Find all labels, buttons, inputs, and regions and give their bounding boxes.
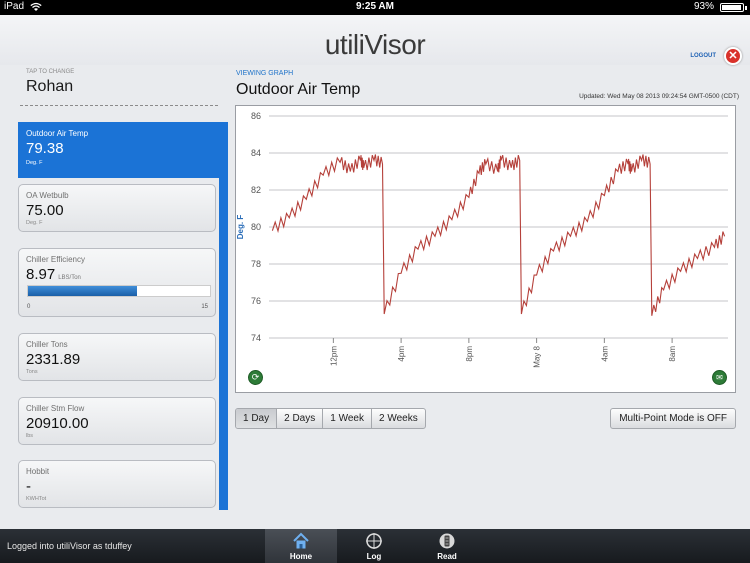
point-card-hobbit[interactable]: Hobbit - KWHTot <box>18 460 216 508</box>
y-tick-label: 76 <box>251 296 261 306</box>
x-tick-label: 8pm <box>465 346 474 362</box>
range-button-2-days[interactable]: 2 Days <box>277 409 324 428</box>
status-bar: iPad 9:25 AM 93% <box>0 0 750 15</box>
point-value-row: 8.97 LBS/Ton <box>26 266 81 283</box>
tab-label: Log <box>366 552 382 561</box>
multi-point-mode-button[interactable]: Multi-Point Mode is OFF <box>610 408 736 429</box>
updated-timestamp: Updated: Wed May 08 2013 09:24:54 GMT-05… <box>579 93 739 100</box>
graph-title: Outdoor Air Temp <box>236 81 361 98</box>
home-icon <box>293 532 309 549</box>
point-value: 8.97 <box>26 266 56 283</box>
y-tick-label: 80 <box>251 222 261 232</box>
point-value: 20910.00 <box>26 415 89 432</box>
tab-label: Home <box>289 552 313 561</box>
trend-chart[interactable]: 74 76 78 80 82 84 86 12pm 4pm 8pm May 8 4am 8am Deg. … <box>235 105 736 393</box>
x-tick-label: 4pm <box>397 346 406 362</box>
viewing-graph-label: VIEWING GRAPH <box>236 70 294 77</box>
tap-to-change-label: TAP TO CHANGE <box>26 69 75 75</box>
battery-icon <box>720 3 747 12</box>
point-title: Chiller Tons <box>26 340 68 349</box>
x-tick-label: 4am <box>600 346 609 362</box>
point-unit: KWHTot <box>26 496 47 502</box>
divider <box>20 105 218 106</box>
efficiency-progress-bar <box>27 285 211 297</box>
y-tick-label: 82 <box>251 185 261 195</box>
logout-button[interactable]: ✕ <box>724 47 742 65</box>
bottom-tab-bar: Logged into utiliVisor as tduffey Home L… <box>0 529 750 563</box>
site-selector[interactable]: Rohan <box>26 78 73 96</box>
point-unit: Deg. F <box>26 220 43 226</box>
tab-home[interactable]: Home <box>265 529 337 563</box>
close-icon: ✕ <box>728 50 738 62</box>
point-card-chiller-stm-flow[interactable]: Chiller Stm Flow 20910.00 lbs <box>18 397 216 445</box>
series-line-outdoor-air-temp <box>271 154 726 316</box>
email-button[interactable]: ✉ <box>712 370 727 385</box>
refresh-button[interactable]: ⟳ <box>248 370 263 385</box>
email-icon: ✉ <box>716 373 723 382</box>
point-title: Chiller Stm Flow <box>26 404 85 413</box>
progress-min-label: 0 <box>27 304 31 310</box>
y-axis-label: Deg. F <box>236 215 245 240</box>
log-icon <box>366 533 382 549</box>
point-value: 79.38 <box>26 140 64 157</box>
point-value: 75.00 <box>26 202 64 219</box>
y-tick-label: 74 <box>251 333 261 343</box>
point-card-chiller-efficiency[interactable]: Chiller Efficiency 8.97 LBS/Ton 0 15 <box>18 248 216 317</box>
x-tick-label: May 8 <box>533 345 542 367</box>
x-tick-label: 12pm <box>329 346 338 366</box>
point-unit: Deg. F <box>26 160 43 166</box>
read-icon <box>439 533 455 549</box>
tab-log[interactable]: Log <box>338 529 410 563</box>
progress-max-label: 15 <box>201 304 208 310</box>
logout-label[interactable]: LOGOUT <box>690 53 716 59</box>
clock: 9:25 AM <box>356 1 394 12</box>
login-status: Logged into utiliVisor as tduffey <box>7 541 132 551</box>
chart-canvas: 74 76 78 80 82 84 86 12pm 4pm 8pm May 8 4am 8am Deg. … <box>236 111 728 368</box>
point-unit: LBS/Ton <box>58 275 81 281</box>
point-unit: Tons <box>26 369 38 375</box>
selection-rail <box>219 122 228 510</box>
point-title: Hobbit <box>26 467 50 476</box>
point-title: Chiller Efficiency <box>26 255 85 264</box>
efficiency-progress-fill <box>28 286 137 296</box>
range-selector: 1 Day 2 Days 1 Week 2 Weeks <box>235 408 426 429</box>
point-title: Outdoor Air Temp <box>26 129 89 138</box>
point-card-outdoor-air-temp[interactable]: Outdoor Air Temp 79.38 Deg. F <box>18 122 228 178</box>
app-logo: utiliVisor <box>324 29 426 60</box>
x-tick-label: 8am <box>668 346 677 362</box>
battery-percent: 93% <box>693 1 714 12</box>
tab-label: Read <box>437 552 457 561</box>
point-unit: lbs <box>26 433 34 439</box>
tab-read[interactable]: Read <box>411 529 483 563</box>
refresh-icon: ⟳ <box>251 372 260 382</box>
range-button-2-weeks[interactable]: 2 Weeks <box>372 409 425 428</box>
y-tick-label: 86 <box>251 111 261 121</box>
point-card-chiller-tons[interactable]: Chiller Tons 2331.89 Tons <box>18 333 216 381</box>
point-value: 2331.89 <box>26 351 81 368</box>
point-title: OA Wetbulb <box>26 191 69 200</box>
y-tick-label: 78 <box>251 259 261 269</box>
point-card-oa-wetbulb[interactable]: OA Wetbulb 75.00 Deg. F <box>18 184 216 232</box>
range-button-1-day[interactable]: 1 Day <box>236 409 278 428</box>
y-tick-label: 84 <box>251 148 261 158</box>
point-value: - <box>26 478 31 495</box>
point-list-panel: TAP TO CHANGE Rohan Outdoor Air Temp 79.… <box>0 65 232 510</box>
app-header: utiliVisor LOGOUT ✕ <box>0 15 750 65</box>
range-button-1-week[interactable]: 1 Week <box>323 409 372 428</box>
